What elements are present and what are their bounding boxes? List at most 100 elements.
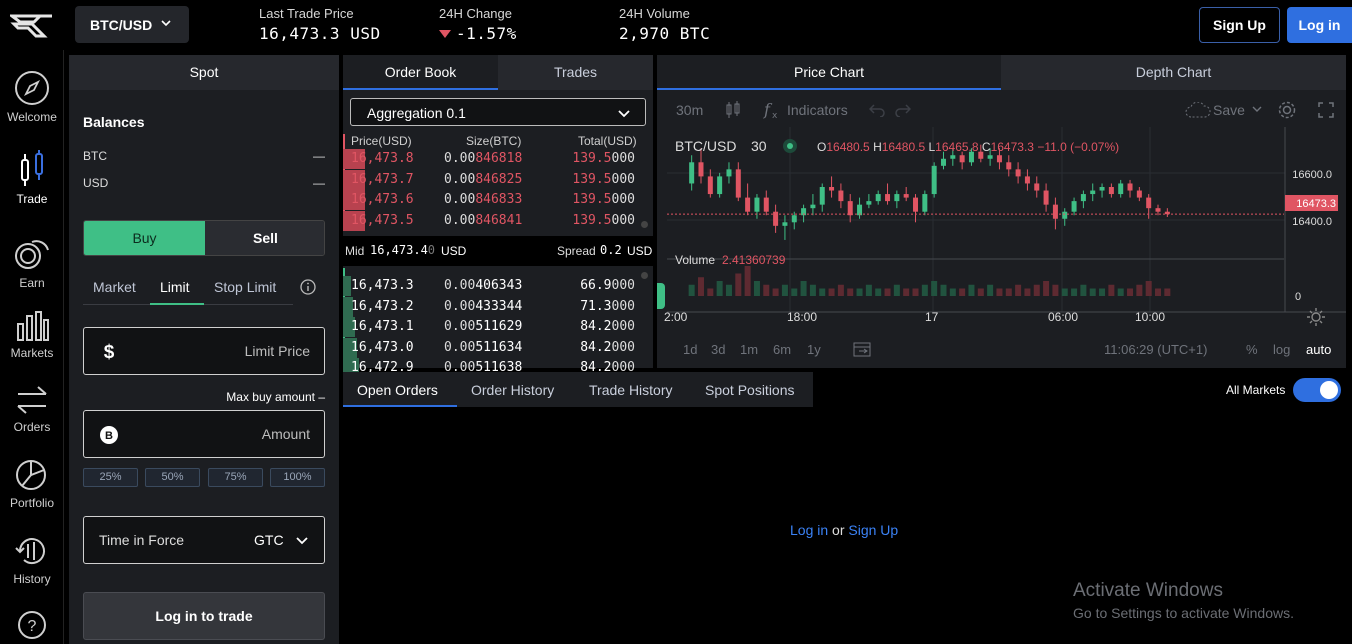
tab-trade-history[interactable]: Trade History bbox=[589, 382, 673, 398]
login-to-trade-button[interactable]: Log in to trade bbox=[83, 592, 325, 640]
order-book-row[interactable]: 16,473.0 0.00511634 84.2000 bbox=[343, 337, 645, 358]
nav-earn[interactable]: Earn bbox=[0, 236, 64, 290]
auto-scale-toggle[interactable]: auto bbox=[1306, 342, 1331, 357]
tab-trades[interactable]: Trades bbox=[498, 55, 653, 90]
tab-depth-chart[interactable]: Depth Chart bbox=[1001, 55, 1346, 90]
date-range-icon[interactable] bbox=[853, 341, 871, 357]
range-6m[interactable]: 6m bbox=[773, 342, 791, 357]
candle-body bbox=[1136, 190, 1142, 198]
question-icon[interactable]: ? bbox=[17, 610, 47, 640]
order-type-active-indicator bbox=[150, 303, 204, 305]
candle-body bbox=[754, 197, 760, 212]
sidebar-expand-handle[interactable] bbox=[657, 283, 665, 309]
nav-orders[interactable]: Orders bbox=[0, 384, 64, 434]
order-book-row[interactable]: 16,473.5 0.00846841 139.5000 bbox=[343, 210, 645, 231]
buy-button[interactable]: Buy bbox=[84, 221, 205, 255]
chart-tabs: Price Chart Depth Chart bbox=[657, 55, 1346, 90]
signup-button[interactable]: Sign Up bbox=[1199, 7, 1280, 43]
order-type-market[interactable]: Market bbox=[93, 279, 136, 295]
order-book-row[interactable]: 16,473.6 0.00846833 139.5000 bbox=[343, 190, 645, 210]
x-tick: 06:00 bbox=[1048, 310, 1078, 324]
sun-settings-icon[interactable] bbox=[1307, 308, 1325, 326]
redo-icon[interactable] bbox=[895, 103, 911, 117]
row-total: 84.2000 bbox=[580, 319, 635, 334]
tab-open-orders[interactable]: Open Orders bbox=[357, 382, 438, 398]
candle-body bbox=[1127, 183, 1133, 191]
range-1m[interactable]: 1m bbox=[740, 342, 758, 357]
candle-body bbox=[707, 176, 713, 195]
row-total-dim: 000 bbox=[611, 212, 635, 228]
volume-bar bbox=[1108, 284, 1115, 296]
volume-bar bbox=[1127, 288, 1134, 296]
chevron-down-icon[interactable] bbox=[1252, 105, 1262, 113]
interval-select[interactable]: 30m bbox=[676, 102, 703, 118]
range-1d[interactable]: 1d bbox=[683, 342, 697, 357]
nav-markets[interactable]: Markets bbox=[0, 310, 64, 360]
candle-body bbox=[1071, 201, 1077, 212]
percent-100-button[interactable]: 100% bbox=[270, 468, 325, 487]
all-markets-toggle[interactable] bbox=[1293, 378, 1341, 402]
nav-history[interactable]: History bbox=[0, 534, 64, 586]
indicators-button[interactable]: Indicators bbox=[787, 102, 848, 118]
info-icon[interactable] bbox=[300, 279, 316, 295]
amount-field[interactable]: B Amount bbox=[83, 410, 325, 458]
nav-trade[interactable]: Trade bbox=[0, 150, 64, 206]
nav-portfolio-label: Portfolio bbox=[9, 496, 55, 510]
tab-price-chart[interactable]: Price Chart bbox=[657, 55, 1001, 90]
candles-style-icon[interactable] bbox=[725, 101, 741, 119]
row-total: 139.5000 bbox=[572, 151, 635, 166]
volume-bar bbox=[977, 288, 984, 296]
brand-logo-icon[interactable] bbox=[10, 10, 54, 40]
signup-link[interactable]: Sign Up bbox=[848, 522, 898, 538]
candles bbox=[689, 144, 1170, 240]
order-type-limit[interactable]: Limit bbox=[160, 279, 190, 295]
volume-zero-tick: 0 bbox=[1295, 291, 1301, 303]
nav-portfolio[interactable]: Portfolio bbox=[0, 458, 64, 510]
row-size: 0.00846825 bbox=[444, 172, 522, 187]
percent-50-button[interactable]: 50% bbox=[145, 468, 200, 487]
order-book-row[interactable]: 16,473.7 0.00846825 139.5000 bbox=[343, 169, 645, 190]
balances-title: Balances bbox=[83, 114, 145, 130]
range-1y[interactable]: 1y bbox=[807, 342, 821, 357]
undo-icon[interactable] bbox=[869, 103, 885, 117]
x-tick: 17 bbox=[925, 310, 939, 324]
order-book-panel: Order Book Trades Aggregation 0.1 Price(… bbox=[343, 55, 653, 378]
time-in-force-select[interactable]: Time in Force GTC bbox=[83, 516, 325, 564]
login-link[interactable]: Log in bbox=[790, 522, 828, 538]
order-type-stop-limit[interactable]: Stop Limit bbox=[214, 279, 276, 295]
candlestick-chart[interactable]: 16473.3 16600.0 16400.0 0 2:00 18:00 17 … bbox=[657, 127, 1346, 368]
save-button[interactable]: Save bbox=[1213, 102, 1245, 118]
login-button[interactable]: Log in bbox=[1287, 7, 1352, 43]
volume-bar bbox=[1164, 288, 1171, 296]
tab-order-history[interactable]: Order History bbox=[471, 382, 554, 398]
order-book-row[interactable]: 16,473.2 0.00433344 71.3000 bbox=[343, 296, 645, 317]
pair-selector[interactable]: BTC/USD bbox=[75, 6, 189, 43]
orders-panel: Open Orders Order History Trade History … bbox=[343, 372, 1352, 644]
aggregation-select[interactable]: Aggregation 0.1 bbox=[350, 98, 646, 126]
pair-label: BTC/USD bbox=[90, 17, 153, 33]
o-label: O bbox=[817, 140, 827, 154]
row-total-dim: 000 bbox=[611, 298, 635, 314]
row-size-dim: 0.00 bbox=[444, 278, 476, 293]
percent-25-button[interactable]: 25% bbox=[83, 468, 138, 487]
tab-order-book[interactable]: Order Book bbox=[343, 55, 498, 90]
log-scale-toggle[interactable]: log bbox=[1273, 342, 1290, 357]
nav-welcome[interactable]: Welcome bbox=[0, 70, 64, 124]
percent-75-button[interactable]: 75% bbox=[208, 468, 263, 487]
sell-button[interactable]: Sell bbox=[205, 221, 324, 255]
range-3d[interactable]: 3d bbox=[711, 342, 725, 357]
candle-body bbox=[1155, 208, 1161, 212]
order-book-row[interactable]: 16,473.1 0.00511629 84.2000 bbox=[343, 317, 645, 337]
limit-price-field[interactable]: $ Limit Price bbox=[83, 327, 325, 375]
percent-scale-toggle[interactable]: % bbox=[1246, 342, 1258, 357]
spot-panel: Spot Balances BTC — USD — Buy Sell Marke… bbox=[69, 55, 339, 644]
fullscreen-icon[interactable] bbox=[1318, 102, 1334, 118]
tab-spot-positions[interactable]: Spot Positions bbox=[705, 382, 795, 398]
order-book-row[interactable]: 16,473.8 0.00846818 139.5000 bbox=[343, 149, 645, 169]
volume-label: Volume bbox=[675, 253, 716, 267]
gear-icon[interactable] bbox=[1277, 100, 1297, 120]
row-size-main: 846818 bbox=[475, 151, 523, 166]
scroll-dot bbox=[641, 272, 648, 279]
order-book-row[interactable]: 16,473.3 0.00406343 66.9000 bbox=[343, 276, 645, 296]
y-tick: 16400.0 bbox=[1292, 216, 1332, 228]
